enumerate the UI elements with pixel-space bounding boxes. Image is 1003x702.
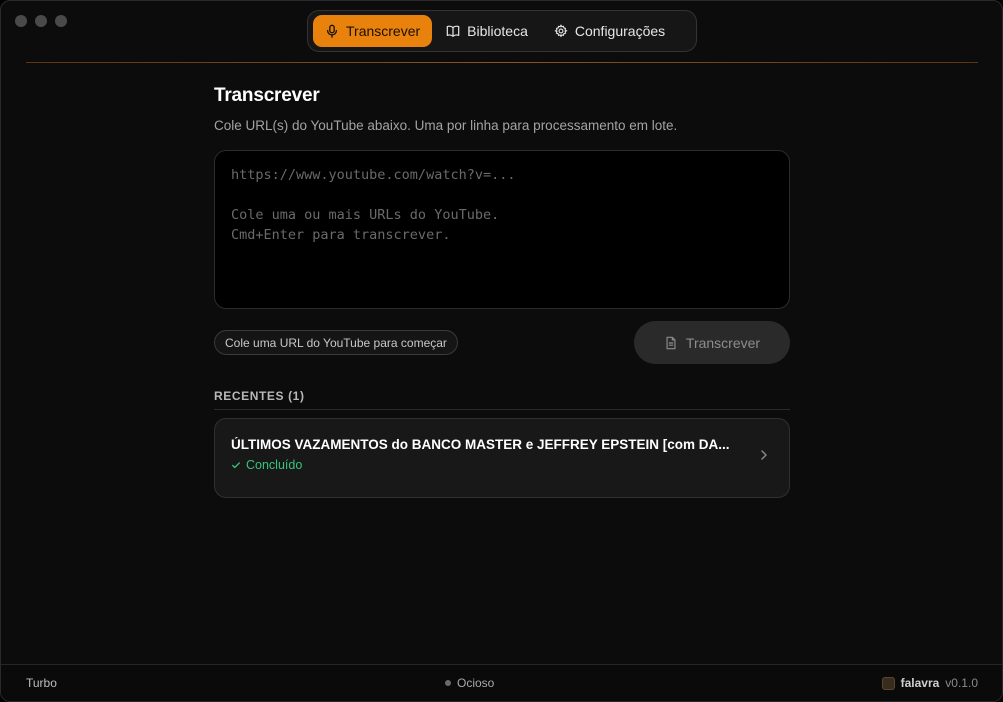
actions-row: Cole uma URL do YouTube para começar Tra… [214, 321, 790, 364]
book-icon [446, 25, 460, 37]
header-divider [26, 62, 978, 63]
app-info: falavra v0.1.0 [881, 676, 978, 690]
app-version: v0.1.0 [945, 676, 978, 690]
recent-item[interactable]: ÚLTIMOS VAZAMENTOS do BANCO MASTER e JEF… [214, 418, 790, 498]
main-nav: Transcrever Biblioteca Configurações [307, 10, 697, 52]
status-indicator: Ocioso [445, 676, 494, 690]
microphone-icon [326, 24, 338, 38]
status-label: Concluído [246, 458, 303, 472]
tab-configuracoes[interactable]: Configurações [542, 15, 677, 47]
tab-label: Biblioteca [467, 23, 528, 39]
hint-chip: Cole uma URL do YouTube para começar [214, 330, 458, 355]
transcribe-button-label: Transcrever [685, 334, 761, 351]
main-content: Transcrever Cole URL(s) do YouTube abaix… [214, 85, 790, 498]
window-controls [15, 15, 67, 27]
status-text: Ocioso [457, 676, 495, 690]
mode-label[interactable]: Turbo [26, 676, 57, 690]
tab-label: Configurações [574, 23, 666, 39]
transcribe-button[interactable]: Transcrever [634, 321, 790, 364]
close-window-button[interactable] [15, 15, 27, 27]
app-window: Transcrever Biblioteca Configurações Tra… [0, 0, 1003, 702]
check-icon [232, 462, 240, 469]
status-dot-icon [445, 680, 451, 686]
url-input[interactable] [214, 150, 790, 309]
page-subtitle: Cole URL(s) do YouTube abaixo. Uma por l… [214, 118, 678, 133]
app-logo-icon [881, 676, 895, 690]
tab-biblioteca[interactable]: Biblioteca [434, 15, 540, 47]
minimize-window-button[interactable] [35, 15, 47, 27]
recent-header: RECENTES (1) [214, 389, 790, 410]
app-name: falavra [900, 676, 940, 690]
document-icon [666, 336, 676, 349]
page-title: Transcrever [214, 85, 320, 106]
recent-item-title: ÚLTIMOS VAZAMENTOS do BANCO MASTER e JEF… [231, 437, 730, 452]
status-badge: Concluído [231, 458, 773, 472]
tab-transcrever[interactable]: Transcrever [313, 15, 433, 47]
gear-icon [554, 24, 568, 38]
chevron-right-icon [761, 450, 767, 460]
maximize-window-button[interactable] [55, 15, 67, 27]
tab-label: Transcrever [346, 23, 421, 39]
status-bar: Turbo Ocioso falavra v0.1.0 [1, 664, 1002, 701]
